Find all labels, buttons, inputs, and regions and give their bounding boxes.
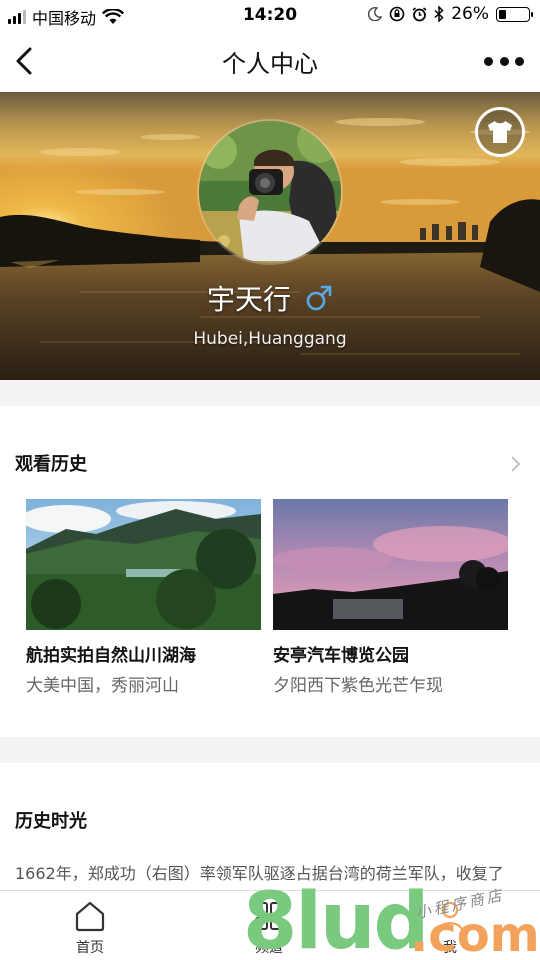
tab-label: 频道: [255, 940, 283, 956]
username: 宇天行: [206, 283, 291, 316]
status-right: 26%: [368, 4, 533, 24]
tab-me[interactable]: 我: [405, 899, 495, 957]
section-divider: [0, 737, 540, 763]
history-card[interactable]: 安亭汽车博览公园 夕阳西下紫色光芒乍现: [273, 499, 508, 696]
profile-header: 宇天行 Hubei,Huanggang: [0, 92, 540, 380]
battery-fill: [499, 9, 507, 19]
card-title: 安亭汽车博览公园: [273, 646, 409, 666]
page-title: 个人中心: [222, 50, 318, 78]
user-location: Hubei,Huanggang: [193, 329, 347, 349]
home-icon: [75, 901, 105, 932]
chevron-right-icon[interactable]: [508, 455, 522, 473]
bluetooth-icon: [434, 6, 444, 22]
me-person-icon: [436, 901, 464, 931]
tab-channel[interactable]: 频道: [224, 899, 314, 957]
avatar[interactable]: [197, 119, 343, 265]
tshirt-button[interactable]: [475, 107, 525, 157]
card-subtitle: 夕阳西下紫色光芒乍现: [273, 676, 443, 696]
watch-history-title: 观看历史: [15, 454, 87, 475]
tab-home[interactable]: 首页: [45, 899, 135, 957]
battery-percent: 26%: [451, 4, 489, 24]
male-gender-icon: [306, 285, 332, 311]
tab-label: 我: [443, 940, 457, 956]
mountain-lake-thumbnail: [26, 499, 261, 630]
card-title: 航拍实拍自然山川湖海: [26, 646, 196, 666]
history-card[interactable]: 航拍实拍自然山川湖海 大美中国，秀丽河山: [26, 499, 261, 696]
tshirt-icon: [488, 121, 512, 143]
purple-sunset-thumbnail: [273, 499, 508, 630]
username-row: 宇天行: [0, 278, 540, 318]
card-subtitle: 大美中国，秀丽河山: [26, 676, 179, 696]
nav-bar: 个人中心: [0, 30, 540, 92]
status-bar: 中国移动 14:20 26%: [0, 0, 540, 30]
history-story-text: 1662年，郑成功（右图）率领军队驱逐占据台湾的荷兰军队，收复了: [15, 864, 504, 883]
moon-icon: [368, 7, 383, 21]
rotation-lock-icon: [389, 6, 405, 22]
alarm-icon: [412, 6, 427, 21]
tab-bar: 首页 频道 我: [0, 890, 540, 960]
tab-label: 首页: [76, 940, 104, 956]
more-dots-icon[interactable]: [484, 50, 524, 72]
history-time-title: 历史时光: [15, 811, 87, 832]
battery-icon: [496, 6, 533, 22]
avatar-photo: [199, 121, 341, 263]
section-divider: [0, 380, 540, 406]
channel-grid-icon: [255, 902, 283, 930]
